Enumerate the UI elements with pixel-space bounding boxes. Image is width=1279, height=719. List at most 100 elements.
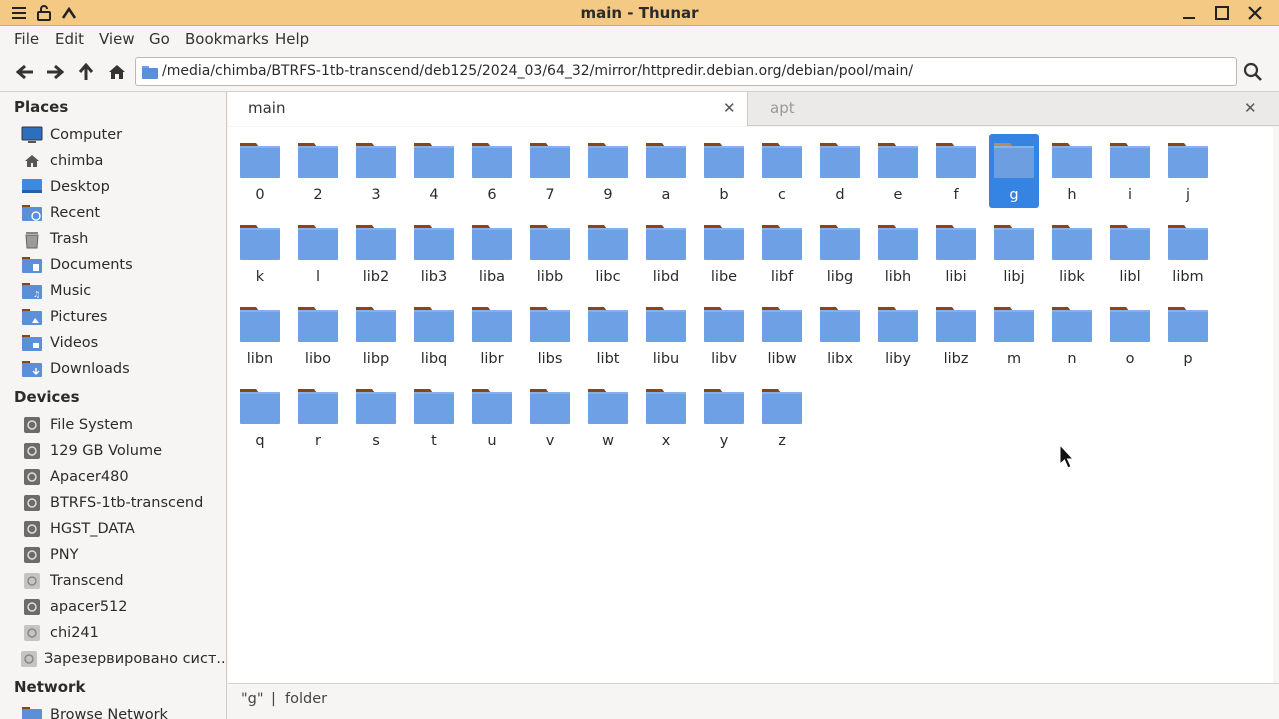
places-item-pictures[interactable]: Pictures (20, 305, 225, 329)
folder-item[interactable]: libd (641, 216, 691, 290)
folder-item[interactable]: r (293, 380, 343, 454)
devices-item-file-system[interactable]: File System (20, 413, 225, 437)
devices-item-btrfs-1tb-transcend[interactable]: BTRFS-1tb-transcend (20, 491, 225, 515)
folder-item[interactable]: libh (873, 216, 923, 290)
menu-file[interactable]: File (14, 30, 39, 48)
devices-item-apacer512[interactable]: apacer512 (20, 595, 225, 619)
up-icon[interactable] (73, 60, 99, 84)
folder-item[interactable]: libm (1163, 216, 1213, 290)
folder-item[interactable]: libs (525, 298, 575, 372)
menu-bookmarks[interactable]: Bookmarks (185, 30, 269, 48)
folder-item[interactable]: 9 (583, 134, 633, 208)
search-icon[interactable] (1240, 60, 1266, 84)
folder-item[interactable]: libn (235, 298, 285, 372)
folder-item[interactable]: g (989, 134, 1039, 208)
folder-item[interactable]: 4 (409, 134, 459, 208)
folder-item[interactable]: liby (873, 298, 923, 372)
folder-item[interactable]: libq (409, 298, 459, 372)
folder-item[interactable]: libl (1105, 216, 1155, 290)
folder-item[interactable]: libk (1047, 216, 1097, 290)
folder-item[interactable]: i (1105, 134, 1155, 208)
tab-close-icon[interactable]: ✕ (723, 99, 736, 117)
devices-item-transcend[interactable]: Transcend (20, 569, 225, 593)
folder-item[interactable]: libb (525, 216, 575, 290)
folder-item[interactable]: 2 (293, 134, 343, 208)
folder-item[interactable]: libi (931, 216, 981, 290)
places-item-music[interactable]: ♫ Music (20, 279, 225, 303)
places-item-recent[interactable]: Recent (20, 201, 225, 225)
devices-item-apacer480[interactable]: Apacer480 (20, 465, 225, 489)
scrollbar[interactable] (1273, 127, 1279, 683)
back-icon[interactable] (12, 60, 38, 84)
places-item-computer[interactable]: Computer (20, 123, 225, 147)
folder-item[interactable]: c (757, 134, 807, 208)
icon-view[interactable]: 0 2 3 4 6 7 9 a b c d e f g h i j k l lib2 lib3 liba libb libc l… (228, 127, 1273, 683)
tab-main[interactable]: main ✕ (228, 92, 748, 126)
forward-icon[interactable] (42, 60, 68, 84)
folder-item[interactable]: s (351, 380, 401, 454)
folder-item[interactable]: a (641, 134, 691, 208)
folder-item[interactable]: n (1047, 298, 1097, 372)
folder-item[interactable]: q (235, 380, 285, 454)
folder-item[interactable]: d (815, 134, 865, 208)
places-item-downloads[interactable]: Downloads (20, 357, 225, 381)
menu-help[interactable]: Help (275, 30, 309, 48)
folder-item[interactable]: lib3 (409, 216, 459, 290)
places-item-desktop[interactable]: Desktop (20, 175, 225, 199)
folder-item[interactable]: h (1047, 134, 1097, 208)
network-item-browse-network[interactable]: Browse Network (20, 703, 225, 719)
folder-item[interactable]: libo (293, 298, 343, 372)
devices-item-129-gb-volume[interactable]: 129 GB Volume (20, 439, 225, 463)
maximize-icon[interactable] (1211, 2, 1233, 24)
folder-item[interactable]: libu (641, 298, 691, 372)
folder-item[interactable]: libx (815, 298, 865, 372)
folder-item[interactable]: w (583, 380, 633, 454)
folder-item[interactable]: libz (931, 298, 981, 372)
menu-view[interactable]: View (99, 30, 135, 48)
folder-item[interactable]: t (409, 380, 459, 454)
close-icon[interactable] (1244, 2, 1266, 24)
folder-item[interactable]: libt (583, 298, 633, 372)
folder-item[interactable]: libp (351, 298, 401, 372)
folder-item[interactable]: 6 (467, 134, 517, 208)
folder-item[interactable]: 0 (235, 134, 285, 208)
title-bar[interactable]: main - Thunar (0, 0, 1279, 26)
tab-close-icon[interactable]: ✕ (1244, 99, 1257, 117)
folder-item[interactable]: u (467, 380, 517, 454)
menu-go[interactable]: Go (149, 30, 170, 48)
devices-item-pny[interactable]: PNY (20, 543, 225, 567)
folder-item[interactable]: 3 (351, 134, 401, 208)
folder-item[interactable]: x (641, 380, 691, 454)
folder-item[interactable]: libj (989, 216, 1039, 290)
folder-item[interactable]: m (989, 298, 1039, 372)
folder-item[interactable]: libg (815, 216, 865, 290)
folder-item[interactable]: o (1105, 298, 1155, 372)
places-item-chimba[interactable]: chimba (20, 149, 225, 173)
tab-apt[interactable]: apt ✕ (750, 92, 1279, 126)
folder-item[interactable]: v (525, 380, 575, 454)
folder-item[interactable]: y (699, 380, 749, 454)
folder-item[interactable]: libr (467, 298, 517, 372)
menu-edit[interactable]: Edit (55, 30, 84, 48)
folder-item[interactable]: f (931, 134, 981, 208)
folder-item[interactable]: k (235, 216, 285, 290)
devices-item-chi241[interactable]: chi241 (20, 621, 225, 645)
devices-item-hgst-data[interactable]: HGST_DATA (20, 517, 225, 541)
folder-item[interactable]: b (699, 134, 749, 208)
folder-item[interactable]: z (757, 380, 807, 454)
folder-item[interactable]: libc (583, 216, 633, 290)
places-item-trash[interactable]: Trash (20, 227, 225, 251)
home-icon[interactable] (104, 60, 130, 84)
folder-item[interactable]: p (1163, 298, 1213, 372)
folder-item[interactable]: 7 (525, 134, 575, 208)
folder-item[interactable]: libe (699, 216, 749, 290)
places-item-videos[interactable]: Videos (20, 331, 225, 355)
location-bar[interactable]: /media/chimba/BTRFS-1tb-transcend/deb125… (135, 57, 1237, 86)
folder-item[interactable]: e (873, 134, 923, 208)
folder-item[interactable]: l (293, 216, 343, 290)
folder-item[interactable]: lib2 (351, 216, 401, 290)
folder-item[interactable]: libw (757, 298, 807, 372)
folder-item[interactable]: libf (757, 216, 807, 290)
folder-item[interactable]: libv (699, 298, 749, 372)
folder-item[interactable]: liba (467, 216, 517, 290)
